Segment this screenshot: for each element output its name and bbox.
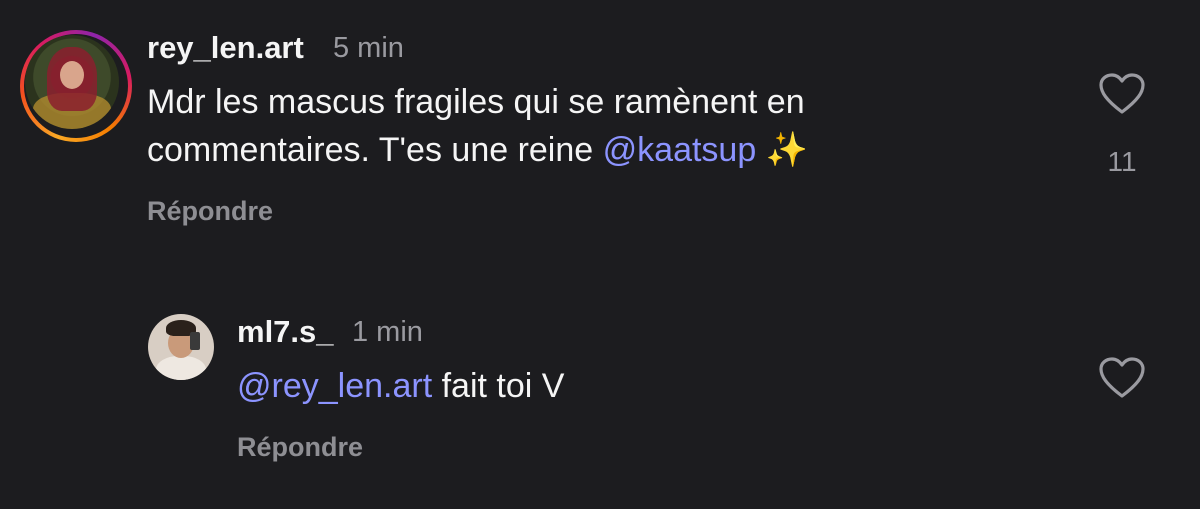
reply-button[interactable]: Répondre [147,196,273,227]
avatar[interactable] [148,314,214,380]
comment-text-line: commentaires. T'es une reine @kaatsup ✨ [147,126,1047,174]
comment-text-fragment: fait toi V [432,367,565,405]
avatar-image [25,35,119,129]
comment-text: Mdr les mascus fragiles qui se ramènent … [147,78,1047,174]
comments-thread: rey_len.art 5 min Mdr les mascus fragile… [0,0,1200,509]
comment-text: @rey_len.art fait toi V [237,362,1037,410]
mention-link[interactable]: @rey_len.art [237,367,432,405]
reply-button[interactable]: Répondre [237,432,363,463]
comment-text-fragment: commentaires. T'es une reine [147,131,603,169]
sparkles-emoji: ✨ [765,131,809,169]
comment-username[interactable]: rey_len.art [147,30,304,66]
heart-outline-icon[interactable] [1098,72,1146,116]
comment-text-line: Mdr les mascus fragiles qui se ramènent … [147,83,805,121]
avatar[interactable] [20,30,132,142]
heart-outline-icon[interactable] [1098,356,1146,400]
comment-timestamp: 1 min [352,316,423,348]
comment-username[interactable]: ml7.s_ [237,314,334,350]
like-count: 11 [1107,146,1137,177]
comment-timestamp: 5 min [333,32,404,64]
mention-link[interactable]: @kaatsup [603,131,757,169]
comment-item: rey_len.art 5 min Mdr les mascus fragile… [0,0,1200,260]
